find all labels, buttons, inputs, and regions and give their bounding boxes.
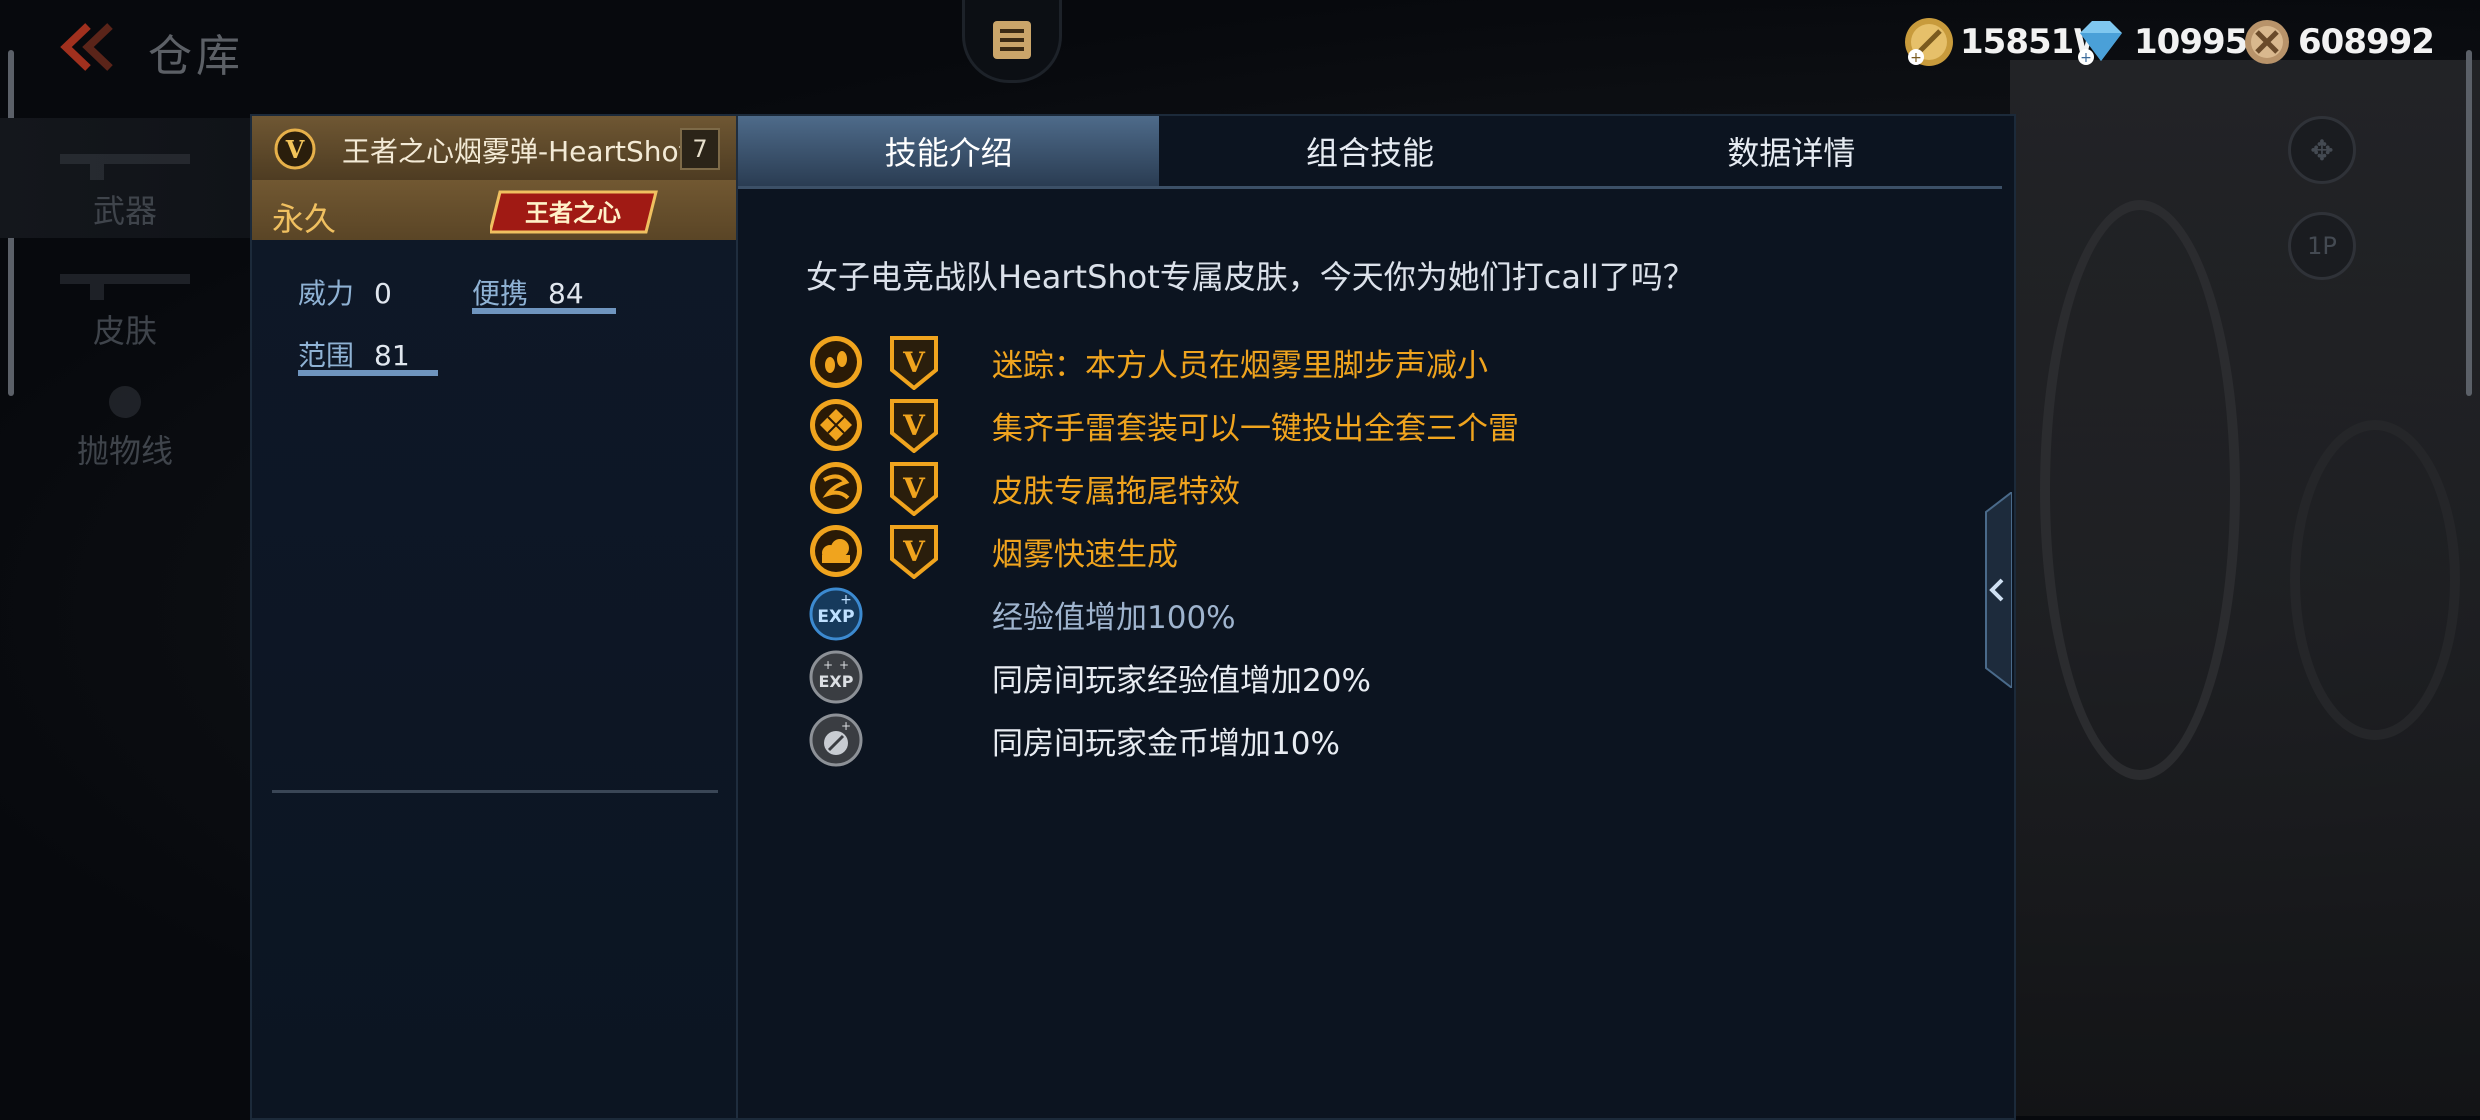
- tab-combo-skills[interactable]: 组合技能: [1159, 116, 1580, 186]
- skill-row: V 迷踪：本方人员在烟雾里脚步声减小: [808, 332, 1488, 392]
- divider: [272, 790, 718, 793]
- category-nav: 武器 皮肤 抛物线: [0, 118, 250, 478]
- stat-power: 威力 0: [298, 272, 392, 312]
- stat-value: 84: [548, 277, 584, 310]
- nav-label: 皮肤: [92, 312, 157, 350]
- stat-value: 0: [374, 277, 392, 310]
- skill-row: V 皮肤专属拖尾特效: [808, 458, 1240, 518]
- trail-effect-icon: [810, 462, 862, 514]
- diamond-balance[interactable]: + 10995: [2072, 12, 2248, 72]
- tab-data-details[interactable]: 数据详情: [1581, 116, 2002, 186]
- v-rank-icon: V: [890, 399, 938, 453]
- background-ring: [2290, 420, 2460, 740]
- skin-description: 女子电竞战队HeartShot专属皮肤，今天你为她们打call了吗？: [806, 258, 1695, 296]
- nav-item-weapons[interactable]: 武器: [0, 118, 250, 238]
- item-name: 王者之心烟雾弹-HeartShot: [342, 135, 690, 168]
- skill-row: V 集齐手雷套装可以一键投出全套三个雷: [808, 395, 1519, 455]
- nav-label: 武器: [92, 192, 157, 230]
- skill-text: 集齐手雷套装可以一键投出全套三个雷: [992, 410, 1519, 447]
- smoke-cloud-icon: [810, 525, 862, 577]
- svg-text:+: +: [839, 658, 849, 672]
- svg-text:+: +: [840, 592, 852, 608]
- svg-text:EXP: EXP: [817, 607, 854, 627]
- item-detail-panel: V 王者之心烟雾弹-HeartShot 7 永久 王者之心 威力 0 便携 84 范…: [250, 114, 2016, 1120]
- nav-item-throwables[interactable]: 抛物线: [0, 358, 250, 478]
- footprint-icon: [810, 336, 862, 388]
- page-title: 仓库: [148, 31, 244, 82]
- svg-text:+: +: [841, 719, 851, 733]
- stat-value: 81: [374, 339, 410, 372]
- detail-tabs: 技能介绍 组合技能 数据详情: [738, 116, 2002, 189]
- item-duration: 永久: [272, 200, 337, 238]
- rifle-icon: [60, 274, 190, 300]
- svg-text:V: V: [902, 472, 926, 505]
- collapse-panel-button[interactable]: [1982, 492, 2012, 688]
- honor-amount: 608992: [2298, 22, 2435, 62]
- v-rank-icon: V: [890, 336, 938, 390]
- stat-label: 范围: [298, 339, 355, 372]
- v-rank-icon: V: [274, 128, 316, 170]
- stat-portability-bar: [472, 308, 616, 314]
- item-header: V 王者之心烟雾弹-HeartShot 7 永久 王者之心: [252, 116, 736, 240]
- skill-text: 迷踪：本方人员在烟雾里脚步声减小: [992, 347, 1488, 384]
- badge-text: 王者之心: [525, 199, 621, 227]
- king-heart-badge: 王者之心: [490, 190, 658, 234]
- item-info-column: V 王者之心烟雾弹-HeartShot 7 永久 王者之心 威力 0 便携 84 范…: [252, 116, 738, 1118]
- svg-text:V: V: [902, 346, 926, 379]
- svg-text:+: +: [823, 658, 833, 672]
- room-exp-boost-icon: EXP + +: [809, 650, 863, 704]
- skill-text: 同房间玩家经验值增加20%: [992, 662, 1371, 699]
- v-rank-icon: V: [890, 462, 938, 516]
- item-count-badge: 7: [680, 128, 720, 170]
- v-rank-icon: V: [890, 525, 938, 579]
- preview-rotate-button[interactable]: ✥: [2288, 116, 2356, 184]
- grenade-icon: [109, 386, 141, 418]
- room-coin-boost-icon: +: [809, 713, 863, 767]
- stat-portability: 便携 84: [472, 272, 584, 312]
- tab-skill-intro[interactable]: 技能介绍: [738, 116, 1160, 186]
- stat-range: 范围 81: [298, 334, 410, 374]
- background-ring: [2040, 200, 2240, 780]
- svg-text:+: +: [2080, 50, 2092, 66]
- skill-row: EXP + 经验值增加100%: [808, 584, 1236, 644]
- document-icon: [993, 21, 1031, 59]
- svg-text:EXP: EXP: [819, 672, 854, 691]
- svg-text:V: V: [285, 135, 305, 164]
- nav-label: 抛物线: [76, 432, 173, 470]
- diamond-icon: +: [2078, 21, 2122, 66]
- skill-text: 同房间玩家金币增加10%: [992, 725, 1340, 762]
- svg-text:+: +: [1910, 50, 1922, 66]
- svg-text:V: V: [902, 409, 926, 442]
- svg-text:V: V: [902, 535, 926, 568]
- stat-label: 便携: [472, 277, 529, 310]
- gold-coin-icon: +: [1905, 18, 1953, 66]
- skill-text: 烟雾快速生成: [992, 536, 1178, 573]
- skill-text: 经验值增加100%: [992, 599, 1236, 636]
- preview-1p-button[interactable]: 1P: [2288, 212, 2356, 280]
- stat-label: 威力: [298, 277, 355, 310]
- back-arrow-icon[interactable]: [58, 22, 118, 72]
- rifle-icon: [60, 154, 190, 180]
- stat-range-bar: [298, 370, 438, 376]
- nav-item-skins[interactable]: 皮肤: [0, 238, 250, 358]
- skill-row: EXP + + 同房间玩家经验值增加20%: [808, 647, 1371, 707]
- honor-token-icon: [2245, 20, 2289, 64]
- grenade-set-icon: [810, 399, 862, 451]
- right-scrollbar[interactable]: [2466, 50, 2472, 396]
- honor-balance[interactable]: 608992: [2240, 12, 2435, 72]
- skill-row: + 同房间玩家金币增加10%: [808, 710, 1340, 770]
- diamond-amount: 10995: [2134, 22, 2248, 62]
- skill-text: 皮肤专属拖尾特效: [992, 473, 1240, 510]
- skill-row: V 烟雾快速生成: [808, 521, 1178, 581]
- exp-boost-icon: EXP +: [809, 587, 863, 641]
